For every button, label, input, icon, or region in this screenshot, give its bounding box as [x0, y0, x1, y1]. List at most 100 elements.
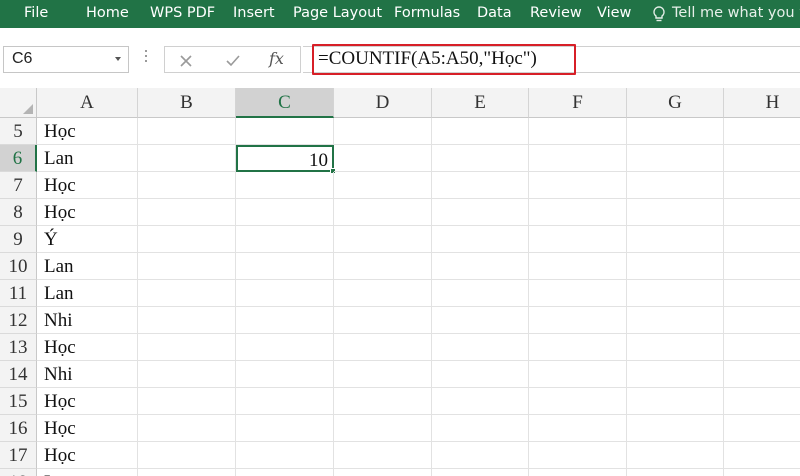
cell[interactable]	[627, 361, 724, 388]
cell[interactable]	[334, 469, 432, 476]
column-header-g[interactable]: G	[627, 88, 724, 118]
cell[interactable]	[432, 334, 529, 361]
row-header[interactable]: 12	[0, 307, 37, 334]
cell-a[interactable]: Lan	[37, 253, 138, 280]
grip-dots-icon[interactable]	[145, 50, 148, 68]
row-header[interactable]: 7	[0, 172, 37, 199]
row-header[interactable]: 5	[0, 118, 37, 145]
tab-formulas[interactable]: Formulas	[394, 5, 460, 21]
cell[interactable]	[138, 145, 236, 172]
cell[interactable]	[334, 307, 432, 334]
cell[interactable]	[627, 226, 724, 253]
cell[interactable]	[334, 334, 432, 361]
cell[interactable]	[334, 361, 432, 388]
cell[interactable]	[529, 118, 627, 145]
row-header[interactable]: 15	[0, 388, 37, 415]
tab-wps-pdf[interactable]: WPS PDF	[150, 5, 215, 21]
cell[interactable]	[138, 469, 236, 476]
row-header[interactable]: 9	[0, 226, 37, 253]
cell[interactable]	[724, 469, 800, 476]
column-header-h[interactable]: H	[724, 88, 800, 118]
cell[interactable]	[432, 280, 529, 307]
row-header[interactable]: 8	[0, 199, 37, 226]
cell-a[interactable]: Nhi	[37, 307, 138, 334]
cell-c[interactable]	[236, 118, 334, 145]
cell[interactable]	[529, 442, 627, 469]
row-header[interactable]: 13	[0, 334, 37, 361]
cell[interactable]	[432, 118, 529, 145]
cell[interactable]	[529, 145, 627, 172]
cell[interactable]	[432, 253, 529, 280]
cell[interactable]	[529, 361, 627, 388]
cell[interactable]	[724, 361, 800, 388]
tab-page-layout[interactable]: Page Layout	[293, 5, 382, 21]
row-header[interactable]: 18	[0, 469, 37, 476]
cell-a[interactable]: Nhi	[37, 361, 138, 388]
cell[interactable]	[529, 199, 627, 226]
cell[interactable]	[627, 469, 724, 476]
cell-a[interactable]: L	[37, 469, 138, 476]
cell[interactable]	[724, 334, 800, 361]
row-header[interactable]: 16	[0, 415, 37, 442]
row-header[interactable]: 11	[0, 280, 37, 307]
cell[interactable]	[334, 280, 432, 307]
column-header-b[interactable]: B	[138, 88, 236, 118]
cell[interactable]	[724, 280, 800, 307]
cell[interactable]	[529, 334, 627, 361]
cell[interactable]	[724, 199, 800, 226]
cell[interactable]	[724, 253, 800, 280]
cell-a[interactable]: Học	[37, 442, 138, 469]
cell[interactable]	[529, 172, 627, 199]
insert-function-fx-icon[interactable]: fx	[269, 49, 284, 68]
row-header[interactable]: 17	[0, 442, 37, 469]
row-header[interactable]: 6	[0, 145, 37, 172]
cell-c[interactable]	[236, 199, 334, 226]
cell[interactable]	[529, 280, 627, 307]
cell[interactable]	[432, 307, 529, 334]
cell-c[interactable]	[236, 442, 334, 469]
cell[interactable]	[432, 442, 529, 469]
cell[interactable]	[724, 226, 800, 253]
column-header-f[interactable]: F	[529, 88, 627, 118]
cell-c[interactable]	[236, 469, 334, 476]
column-header-d[interactable]: D	[334, 88, 432, 118]
cell-c[interactable]	[236, 415, 334, 442]
cell-c[interactable]	[236, 226, 334, 253]
cell[interactable]	[334, 388, 432, 415]
cell[interactable]	[627, 388, 724, 415]
cell[interactable]	[529, 307, 627, 334]
cell[interactable]	[138, 172, 236, 199]
cell[interactable]	[529, 415, 627, 442]
cell[interactable]	[432, 199, 529, 226]
cell[interactable]	[432, 415, 529, 442]
cell[interactable]	[724, 145, 800, 172]
name-box[interactable]: C6	[3, 46, 129, 73]
cell-a[interactable]: Lan	[37, 145, 138, 172]
cell-c[interactable]	[236, 253, 334, 280]
tab-insert[interactable]: Insert	[233, 5, 275, 21]
cell[interactable]	[334, 442, 432, 469]
cell[interactable]	[724, 118, 800, 145]
cell[interactable]	[138, 334, 236, 361]
cell[interactable]	[138, 280, 236, 307]
tab-data[interactable]: Data	[477, 5, 512, 21]
cell[interactable]	[432, 145, 529, 172]
cell[interactable]	[138, 388, 236, 415]
select-all-corner[interactable]	[0, 88, 37, 118]
cell-a[interactable]: Ý	[37, 226, 138, 253]
cell-a[interactable]: Học	[37, 199, 138, 226]
cell[interactable]	[138, 442, 236, 469]
cell[interactable]	[334, 415, 432, 442]
cell[interactable]	[724, 307, 800, 334]
enter-check-icon[interactable]	[225, 54, 241, 68]
tab-view[interactable]: View	[597, 5, 631, 21]
tab-file[interactable]: File	[24, 5, 48, 21]
cell[interactable]	[138, 415, 236, 442]
cell-a[interactable]: Học	[37, 388, 138, 415]
cell[interactable]	[432, 226, 529, 253]
cell[interactable]	[138, 226, 236, 253]
cell[interactable]	[627, 199, 724, 226]
cell-a[interactable]: Học	[37, 172, 138, 199]
cancel-icon[interactable]	[179, 54, 193, 68]
cell[interactable]	[138, 361, 236, 388]
